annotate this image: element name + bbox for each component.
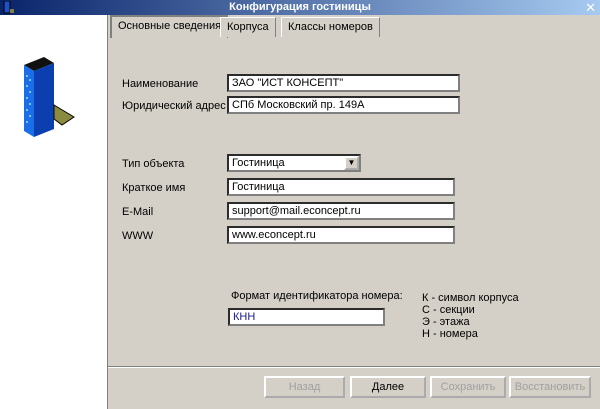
tab-label: Корпуса [227, 21, 269, 33]
tab-label: Основные сведения [118, 20, 222, 32]
save-button[interactable]: Сохранить [430, 376, 506, 398]
close-icon[interactable]: ✕ [585, 0, 596, 16]
email-input[interactable]: support@mail.econcept.ru [227, 202, 455, 220]
building-icon [24, 57, 75, 137]
type-select[interactable]: Гостиница ▼ [227, 154, 361, 172]
separator [108, 366, 600, 368]
www-label: WWW [122, 230, 154, 242]
address-input[interactable]: СПб Московский пр. 149А [227, 96, 460, 114]
format-input[interactable]: КНН [228, 308, 385, 326]
short-name-input[interactable]: Гостиница [227, 178, 455, 196]
chevron-down-icon[interactable]: ▼ [344, 156, 359, 170]
legend-item: К - символ корпуса [422, 292, 519, 304]
type-label: Тип объекта [122, 158, 185, 170]
legend-item: С - секции [422, 304, 475, 316]
legend-item: Э - этажа [422, 316, 470, 328]
type-value: Гостиница [232, 157, 285, 169]
title-bar: Конфигурация гостиницы ✕ [0, 0, 600, 15]
short-name-label: Краткое имя [122, 182, 186, 194]
name-input[interactable]: ЗАО "ИСТ КОНСЕПТ" [227, 74, 460, 92]
tab-room-classes[interactable]: Классы номеров [281, 17, 380, 37]
format-label: Формат идентификатора номера: [231, 290, 403, 302]
tab-main-info[interactable]: Основные сведения [110, 15, 229, 38]
legend-item: Н - номера [422, 328, 478, 340]
window-title: Конфигурация гостиницы [229, 1, 371, 13]
name-label: Наименование [122, 78, 199, 90]
email-label: E-Mail [122, 206, 154, 218]
side-image-panel [0, 15, 108, 409]
next-button[interactable]: Далее [350, 376, 426, 398]
back-button[interactable]: Назад [264, 376, 345, 398]
www-input[interactable]: www.econcept.ru [227, 226, 455, 244]
tab-buildings[interactable]: Корпуса [220, 17, 276, 37]
tab-label: Классы номеров [288, 21, 373, 33]
restore-button[interactable]: Восстановить [509, 376, 591, 398]
address-label: Юридический адрес [122, 100, 226, 112]
format-legend: К - символ корпуса С - секции Э - этажа … [422, 292, 519, 340]
